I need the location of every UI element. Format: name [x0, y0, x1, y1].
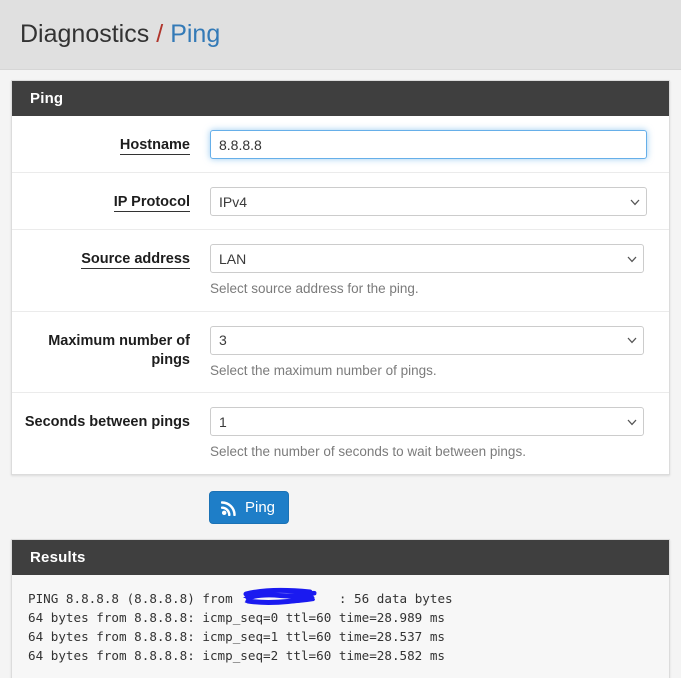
breadcrumb-bar: Diagnostics / Ping — [0, 0, 681, 70]
redaction-scribble-icon — [243, 587, 317, 605]
field-source-address: LAN Select source address for the ping. — [190, 244, 669, 298]
results-body: PING 8.8.8.8 (8.8.8.8) from xxxxxxxxxxxx… — [12, 574, 669, 678]
form-row-seconds-between-pings: Seconds between pings 1 Select the numbe… — [12, 393, 669, 474]
ping-output: PING 8.8.8.8 (8.8.8.8) from xxxxxxxxxxxx… — [28, 587, 653, 678]
breadcrumb-separator: / — [156, 20, 164, 48]
form-row-source-address: Source address LAN Select source address… — [12, 230, 669, 312]
form-row-ip-protocol: IP Protocol IPv4 — [12, 173, 669, 230]
help-max-pings: Select the maximum number of pings. — [210, 362, 437, 378]
label-hostname: Hostname — [12, 130, 190, 156]
ip-protocol-select[interactable]: IPv4 — [210, 187, 647, 216]
ping-submit-button[interactable]: Ping — [209, 490, 290, 524]
ping-output-line1-prefix: PING 8.8.8.8 (8.8.8.8) from — [28, 590, 241, 606]
field-max-pings: 3 Select the maximum number of pings. — [190, 325, 669, 380]
label-max-pings-text: Maximum number of pings — [48, 332, 190, 369]
ping-panel-heading: Ping — [12, 81, 669, 116]
source-address-select[interactable]: LAN — [210, 244, 644, 273]
breadcrumb: Diagnostics / Ping — [20, 20, 220, 49]
help-source-address: Select source address for the ping. — [210, 281, 419, 296]
form-row-max-pings: Maximum number of pings 3 Select the max… — [12, 311, 669, 394]
ping-submit-label: Ping — [245, 498, 276, 516]
ping-output-rest: 64 bytes from 8.8.8.8: icmp_seq=0 ttl=60… — [28, 609, 446, 664]
redacted-source-ip: xxxxxxxxxxxxx — [240, 587, 339, 608]
help-seconds-between-pings: Select the number of seconds to wait bet… — [210, 444, 526, 460]
ping-form-panel: Ping Hostname IP Protocol IPv4 — [11, 80, 670, 475]
label-seconds-between-pings-text: Seconds between pings — [24, 414, 190, 431]
max-pings-select[interactable]: 3 — [210, 325, 644, 355]
label-ip-protocol: IP Protocol — [12, 187, 190, 213]
label-hostname-text: Hostname — [119, 137, 190, 155]
page-content: Ping Hostname IP Protocol IPv4 — [0, 70, 681, 678]
seconds-between-pings-select[interactable]: 1 — [210, 407, 644, 437]
rss-icon — [220, 499, 238, 516]
ping-output-line1-suffix: : 56 data bytes — [338, 590, 453, 606]
breadcrumb-root: Diagnostics — [20, 20, 150, 48]
hostname-input[interactable] — [210, 130, 647, 159]
results-panel-heading: Results — [12, 539, 669, 575]
label-max-pings: Maximum number of pings — [12, 326, 190, 371]
label-seconds-between-pings: Seconds between pings — [12, 407, 190, 433]
field-ip-protocol: IPv4 — [190, 187, 669, 216]
label-ip-protocol-text: IP Protocol — [113, 194, 190, 212]
form-row-hostname: Hostname — [12, 116, 669, 173]
label-source-address-text: Source address — [81, 251, 190, 269]
field-seconds-between-pings: 1 Select the number of seconds to wait b… — [190, 407, 669, 461]
button-row: Ping — [11, 475, 670, 539]
breadcrumb-current-ping[interactable]: Ping — [170, 20, 220, 49]
label-source-address: Source address — [12, 244, 190, 270]
results-panel: Results PING 8.8.8.8 (8.8.8.8) from xxxx… — [11, 538, 670, 678]
field-hostname — [190, 130, 669, 159]
